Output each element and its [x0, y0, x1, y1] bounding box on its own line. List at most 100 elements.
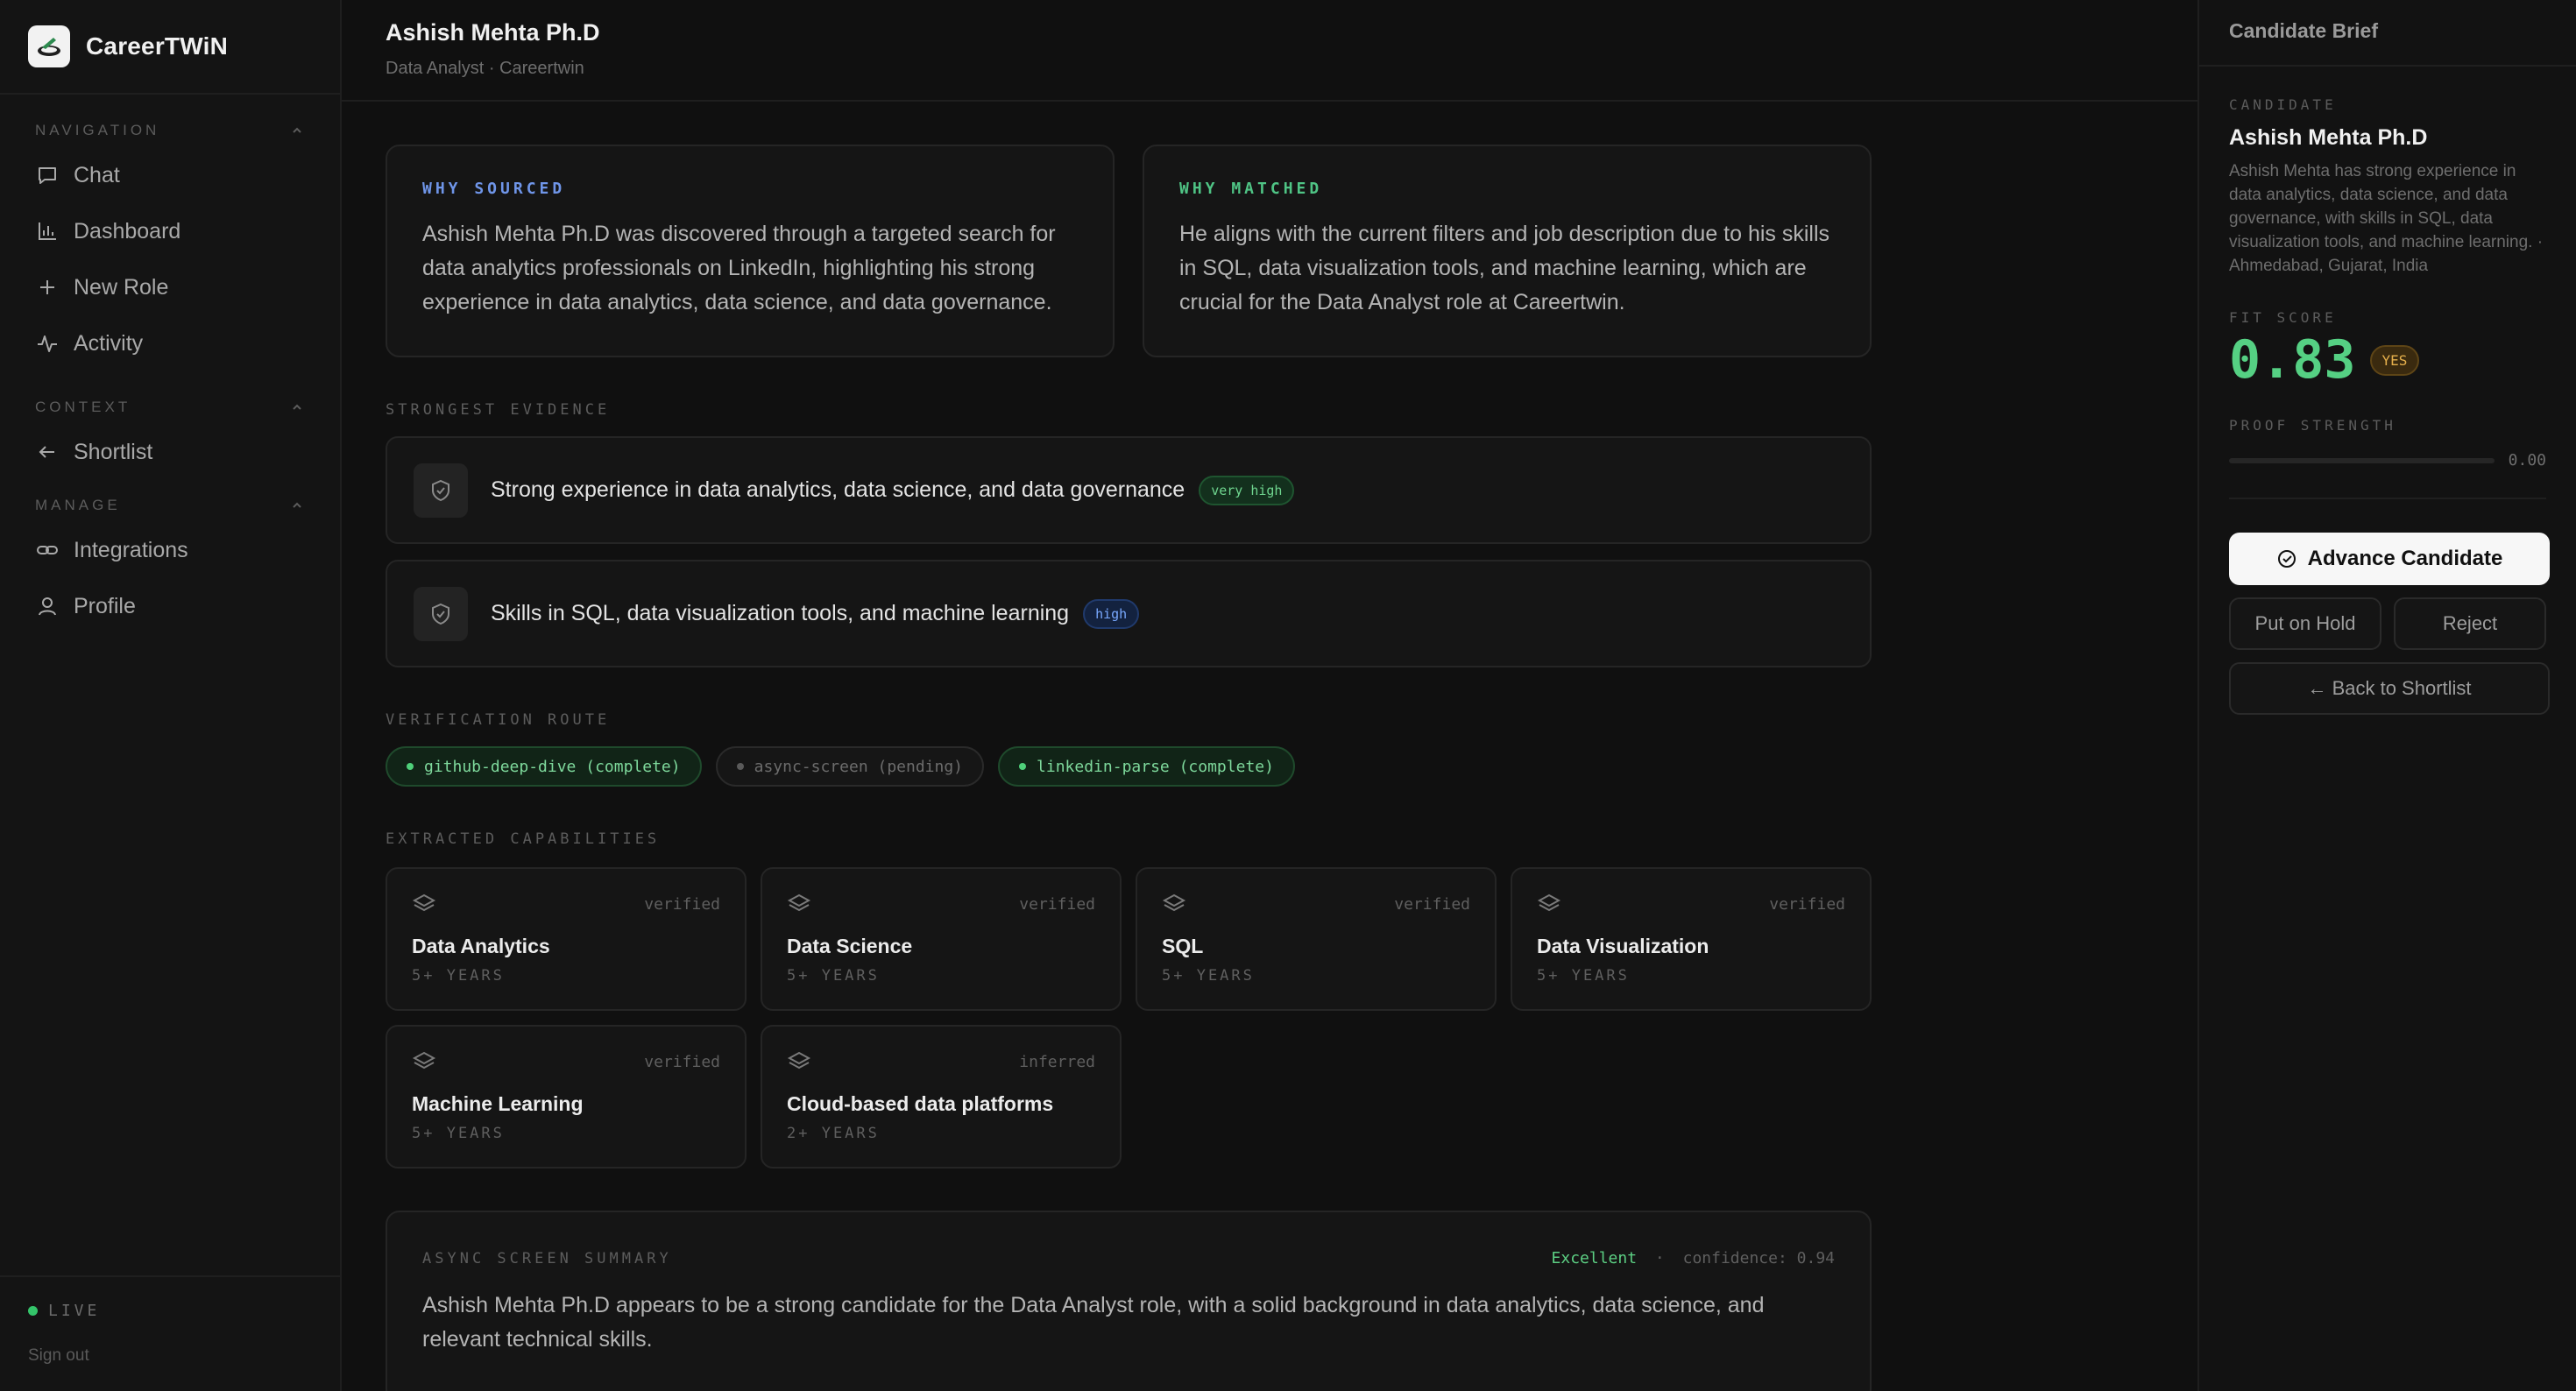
fit-badge: YES [2369, 344, 2420, 376]
page-subtitle: Data Analyst · Careertwin [386, 59, 584, 78]
sidebar-item-label: New Role [74, 274, 169, 300]
user-icon [39, 597, 56, 616]
sidebar-item-integrations[interactable]: Integrations [0, 522, 340, 578]
capability-card: inferred Cloud-based data platforms 2+ Y… [761, 1025, 1122, 1169]
capability-card: verified Data Science 5+ YEARS [761, 867, 1122, 1011]
logo-icon [28, 25, 70, 67]
bar-chart-icon [39, 222, 56, 240]
arrow-left-icon [39, 446, 54, 458]
capability-years: 5+ YEARS [1162, 967, 1255, 985]
nav-section-title: CONTEXT [35, 399, 131, 415]
evidence-section-title: STRONGEST EVIDENCE [386, 401, 611, 419]
nav-section-title: MANAGE [35, 497, 121, 513]
sidebar-item-shortlist[interactable]: Shortlist [0, 424, 340, 480]
live-label: LIVE [48, 1302, 101, 1320]
summary-rating: Excellent [1551, 1249, 1638, 1267]
capability-years: 5+ YEARS [787, 967, 880, 985]
put-on-hold-button[interactable]: Put on Hold [2229, 597, 2381, 650]
brand[interactable]: CareerTWiN [0, 0, 340, 95]
shield-icon [414, 586, 468, 641]
async-screen-summary: ASYNC SCREEN SUMMARY Excellent · confide… [386, 1211, 1872, 1391]
divider [2229, 498, 2546, 499]
route-step-pill[interactable]: linkedin-parse (complete) [998, 746, 1295, 787]
route-step-label: github-deep-dive (complete) [424, 757, 681, 776]
page-title: Ashish Mehta Ph.D [386, 19, 600, 46]
capability-status: verified [644, 1053, 720, 1071]
evidence-item: Skills in SQL, data visualization tools,… [386, 560, 1872, 667]
proof-strength-value: 0.00 [2508, 451, 2546, 470]
sidebar-item-activity[interactable]: Activity [0, 315, 340, 371]
sidebar-item-new-role[interactable]: New Role [0, 259, 340, 315]
summary-confidence: confidence: 0.94 [1682, 1249, 1835, 1267]
brand-name: CareerTWiN [86, 32, 229, 60]
decision-buttons: Put on Hold Reject [2229, 597, 2546, 650]
reject-button[interactable]: Reject [2394, 597, 2546, 650]
why-sourced-card: WHY SOURCED Ashish Mehta Ph.D was discov… [386, 145, 1115, 357]
chat-icon [39, 167, 56, 184]
sidebar: CareerTWiN NAVIGATION Chat Dashboard New… [0, 0, 342, 1391]
layers-icon [787, 893, 811, 912]
layers-icon [1162, 893, 1186, 912]
proof-strength-bar [2229, 457, 2495, 463]
advance-candidate-label: Advance Candidate [2307, 547, 2503, 570]
capability-years: 5+ YEARS [1537, 967, 1630, 985]
verification-route: github-deep-dive (complete) async-screen… [386, 746, 1872, 787]
sidebar-item-label: Integrations [74, 537, 188, 562]
capability-status: verified [1769, 895, 1845, 914]
capability-years: 5+ YEARS [412, 967, 505, 985]
advance-candidate-button[interactable]: Advance Candidate [2229, 533, 2550, 585]
summary-header: ASYNC SCREEN SUMMARY Excellent · confide… [422, 1249, 1835, 1267]
capability-card: verified Machine Learning 5+ YEARS [386, 1025, 747, 1169]
nav-section-manage[interactable]: MANAGE [0, 489, 340, 522]
chevron-up-icon[interactable] [289, 123, 305, 138]
evidence-item: Strong experience in data analytics, dat… [386, 436, 1872, 544]
panel-body: CANDIDATE Ashish Mehta Ph.D Ashish Mehta… [2199, 67, 2576, 715]
proof-strength-label: PROOF STRENGTH [2229, 417, 2396, 434]
capability-name: Cloud-based data platforms [787, 1092, 1054, 1115]
sidebar-footer: LIVE Sign out [0, 1275, 340, 1391]
why-matched-card: WHY MATCHED He aligns with the current f… [1143, 145, 1872, 357]
check-circle-icon [2277, 550, 2296, 568]
capability-card: verified Data Analytics 5+ YEARS [386, 867, 747, 1011]
nav-section-navigation[interactable]: NAVIGATION [0, 114, 340, 147]
layers-icon [412, 893, 436, 912]
chevron-up-icon[interactable] [289, 399, 305, 415]
chevron-up-icon[interactable] [289, 498, 305, 513]
capability-years: 2+ YEARS [787, 1125, 880, 1142]
nav-section-context[interactable]: CONTEXT [0, 391, 340, 424]
link-icon [37, 546, 58, 554]
back-to-shortlist-button[interactable]: ← Back to Shortlist [2229, 662, 2550, 715]
capabilities-section-title: EXTRACTED CAPABILITIES [386, 830, 661, 848]
sidebar-item-label: Profile [74, 593, 136, 618]
status-dot-icon [28, 1306, 38, 1316]
layers-icon [1537, 893, 1561, 912]
summary-separator: · [1654, 1249, 1665, 1267]
candidate-name: Ashish Mehta Ph.D [2229, 125, 2428, 150]
why-matched-label: WHY MATCHED [1179, 180, 1323, 198]
capability-card: verified Data Visualization 5+ YEARS [1511, 867, 1872, 1011]
route-step-label: async-screen (pending) [754, 757, 964, 776]
summary-meta: Excellent · confidence: 0.94 [1552, 1249, 1835, 1267]
why-matched-text: He aligns with the current filters and j… [1179, 222, 1830, 314]
why-row: WHY SOURCED Ashish Mehta Ph.D was discov… [386, 145, 1872, 357]
sidebar-item-profile[interactable]: Profile [0, 578, 340, 634]
sign-out-link[interactable]: Sign out [28, 1346, 312, 1366]
summary-text: Ashish Mehta Ph.D appears to be a strong… [422, 1293, 1765, 1352]
candidate-description: Ashish Mehta has strong experience in da… [2229, 162, 2544, 275]
status-dot-icon [407, 763, 414, 770]
sidebar-item-chat[interactable]: Chat [0, 147, 340, 203]
evidence-text: Skills in SQL, data visualization tools,… [491, 601, 1070, 625]
capability-years: 5+ YEARS [412, 1125, 505, 1142]
plus-icon [40, 280, 54, 294]
route-step-pill[interactable]: github-deep-dive (complete) [386, 746, 702, 787]
fit-score-value: 0.83 [2229, 329, 2356, 391]
candidate-brief-panel: Candidate Brief CANDIDATE Ashish Mehta P… [2197, 0, 2576, 1391]
sidebar-item-label: Dashboard [74, 218, 181, 244]
capability-name: Data Analytics [412, 935, 550, 957]
capability-name: Data Visualization [1537, 935, 1709, 957]
fit-score-row: 0.83 YES [2229, 329, 2546, 391]
route-step-pill[interactable]: async-screen (pending) [715, 746, 985, 787]
sidebar-item-dashboard[interactable]: Dashboard [0, 203, 340, 259]
status-dot-icon [736, 763, 744, 770]
capability-status: inferred [1019, 1053, 1095, 1071]
